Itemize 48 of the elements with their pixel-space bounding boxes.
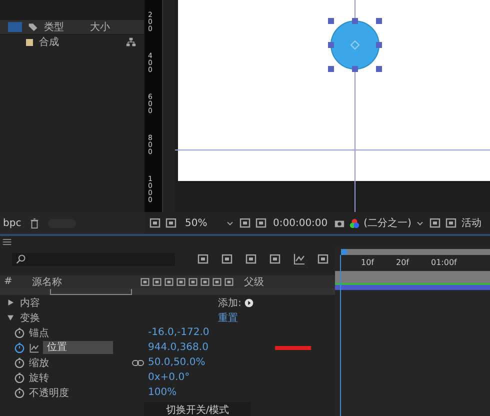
graph-icon[interactable] [29,342,39,352]
search-field[interactable] [12,252,175,266]
toggle-switches-button[interactable]: 切换开关/模式 [144,402,252,416]
add-label[interactable]: 添加: [218,296,242,310]
trash-icon[interactable] [29,218,40,228]
timecode[interactable]: 0:00:00:00 [273,218,328,228]
column-header: 源名称 [32,276,63,288]
color-channels-icon[interactable] [348,218,360,228]
selected-circle-drawing[interactable] [328,18,382,72]
time-ruler-label: 01:00f [431,258,457,266]
stopwatch-icon[interactable] [14,342,25,353]
stopwatch-icon[interactable] [14,327,25,338]
stopwatch-icon[interactable] [14,387,25,398]
menu-icon[interactable] [2,236,12,246]
reset-link[interactable]: 重置 [135,310,238,324]
play-icon[interactable] [244,298,254,308]
time-ruler-label: 10f [361,258,374,266]
search-icon[interactable] [16,254,26,264]
property-value[interactable]: 0x+0.0° [148,372,190,383]
property-name[interactable]: 锚点 [29,326,49,340]
expanded-triangle-icon[interactable] [6,313,14,322]
property-name[interactable]: 位置 [43,341,113,354]
property-group-label[interactable]: 内容 [20,296,120,310]
tag-icon[interactable] [28,22,38,32]
column-header[interactable]: 大小 [90,20,130,34]
property-name[interactable]: 旋转 [29,370,49,384]
property-name[interactable]: 缩放 [29,356,49,370]
property-value[interactable]: 944.0,368.0 [148,342,208,353]
project-item[interactable]: 合成 [0,35,144,49]
property-value[interactable]: -16.0,-172.0 [148,327,210,338]
property-value[interactable]: 50.0,50.0% [148,357,206,368]
composition-tree-icon[interactable] [126,37,136,47]
collapsed-triangle-icon[interactable] [6,298,14,307]
property-value[interactable]: 100% [148,387,177,398]
stopwatch-icon[interactable] [14,372,25,383]
zoom-level[interactable]: 50% [185,218,221,228]
time-ruler-label: 20f [396,258,409,266]
layer-row[interactable] [0,288,335,295]
column-header[interactable]: 类型 [44,20,84,34]
view-label[interactable]: 活动 [461,216,482,230]
property-group-label[interactable]: 变换 [20,310,120,324]
graph-editor-icon[interactable] [293,253,305,265]
column-header: 父级 [244,276,264,288]
column-header: # [4,276,14,287]
stopwatch-icon[interactable] [14,357,25,368]
bit-depth-label[interactable]: bpc [3,218,22,228]
property-name[interactable]: 不透明度 [29,386,69,400]
resolution-dropdown[interactable]: (二分之一) [364,216,412,230]
